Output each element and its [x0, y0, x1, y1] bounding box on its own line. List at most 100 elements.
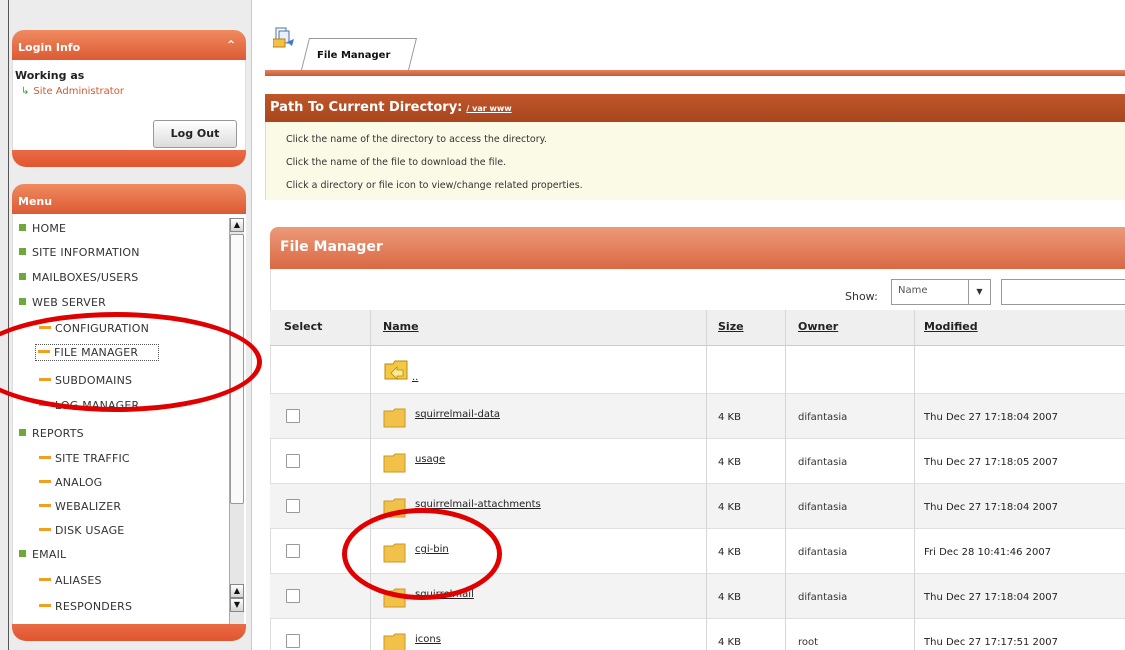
menu-item-configuration[interactable]: CONFIGURATION	[39, 322, 149, 335]
folder-icon[interactable]	[383, 543, 413, 563]
menu-item-log-manager[interactable]: LOG MANAGER	[39, 399, 139, 412]
file-name-link[interactable]: cgi-bin	[415, 544, 449, 555]
parent-directory-link[interactable]: ..	[412, 372, 418, 383]
file-name-link[interactable]: squirrelmail-data	[415, 409, 500, 420]
row-checkbox[interactable]	[286, 499, 300, 513]
sidebar: Login Info ⌃ Working as ↳ Site Administra…	[0, 0, 252, 650]
show-select[interactable]: Name ▼	[891, 279, 991, 305]
bullet-icon	[19, 224, 26, 231]
file-modified: Thu Dec 27 17:18:05 2007	[924, 457, 1058, 468]
window-edge	[8, 0, 9, 650]
instruction-line: Click the name of the file to download t…	[286, 157, 507, 168]
column-divider	[706, 310, 707, 650]
file-size: 4 KB	[718, 547, 741, 558]
file-owner: difantasia	[798, 457, 848, 468]
bullet-icon	[19, 298, 26, 305]
menu-panel-footer	[12, 624, 246, 641]
file-modified: Thu Dec 27 17:18:04 2007	[924, 592, 1058, 603]
folder-icon[interactable]	[383, 453, 413, 473]
menu-item-responders[interactable]: RESPONDERS	[39, 600, 132, 613]
menu-item-subdomains[interactable]: SUBDOMAINS	[39, 374, 132, 387]
filter-input[interactable]	[1001, 279, 1125, 305]
role-label: Site Administrator	[33, 86, 124, 97]
logout-button[interactable]: Log Out	[153, 120, 237, 148]
file-modified: Thu Dec 27 17:18:04 2007	[924, 412, 1058, 423]
dash-icon	[39, 378, 51, 381]
table-row: usage 4 KB difantasia Thu Dec 27 17:18:0…	[270, 439, 1125, 484]
row-checkbox[interactable]	[286, 544, 300, 558]
file-owner: root	[798, 637, 819, 648]
file-owner: difantasia	[798, 592, 848, 603]
column-owner[interactable]: Owner	[798, 320, 838, 333]
column-divider	[785, 310, 786, 650]
row-checkbox[interactable]	[286, 454, 300, 468]
row-checkbox[interactable]	[286, 409, 300, 423]
menu-item-home[interactable]: HOME	[19, 222, 66, 235]
menu-item-disk-usage[interactable]: DISK USAGE	[39, 524, 124, 537]
arrow-right-icon: ↳	[21, 86, 30, 97]
file-name-link[interactable]: squirrelmail	[415, 589, 474, 600]
menu-list: HOME SITE INFORMATION MAILBOXES/USERS WE…	[12, 214, 246, 624]
file-size: 4 KB	[718, 502, 741, 513]
menu-item-mailboxes-users[interactable]: MAILBOXES/USERS	[19, 271, 138, 284]
dash-icon	[39, 528, 51, 531]
file-name-link[interactable]: icons	[415, 634, 441, 645]
bullet-icon	[19, 248, 26, 255]
dash-icon	[38, 350, 50, 353]
file-name-link[interactable]: usage	[415, 454, 445, 465]
working-as-label: Working as	[15, 69, 85, 82]
menu-item-aliases[interactable]: ALIASES	[39, 574, 102, 587]
file-size: 4 KB	[718, 457, 741, 468]
instruction-line: Click a directory or file icon to view/c…	[286, 180, 583, 191]
menu-item-site-traffic[interactable]: SITE TRAFFIC	[39, 452, 130, 465]
show-label: Show:	[845, 290, 878, 303]
current-directory-link[interactable]: / var www	[466, 104, 511, 113]
file-owner: difantasia	[798, 547, 848, 558]
dash-icon	[39, 456, 51, 459]
scroll-up-arrow-icon[interactable]: ▲	[230, 218, 244, 232]
dash-icon	[39, 504, 51, 507]
column-modified[interactable]: Modified	[924, 320, 978, 333]
column-divider	[914, 310, 915, 650]
tab-file-manager-label: File Manager	[317, 50, 391, 61]
row-checkbox[interactable]	[286, 589, 300, 603]
menu-item-site-information[interactable]: SITE INFORMATION	[19, 246, 140, 259]
folder-icon[interactable]	[383, 498, 413, 518]
file-manager-header: File Manager	[270, 227, 1125, 269]
path-title: Path To Current Directory:	[270, 100, 463, 115]
column-name[interactable]: Name	[383, 320, 419, 333]
menu-item-webalizer[interactable]: WEBALIZER	[39, 500, 121, 513]
menu-item-email[interactable]: EMAIL	[19, 548, 66, 561]
file-modified: Thu Dec 27 17:18:04 2007	[924, 502, 1058, 513]
table-row: squirrelmail 4 KB difantasia Thu Dec 27 …	[270, 574, 1125, 619]
file-modified: Thu Dec 27 17:17:51 2007	[924, 637, 1058, 648]
table-row-parent: ..	[270, 346, 1125, 394]
column-size[interactable]: Size	[718, 320, 744, 333]
scroll-up-arrow-icon[interactable]: ▲	[230, 584, 244, 598]
menu-header: Menu	[12, 184, 246, 214]
folder-icon[interactable]	[383, 588, 413, 608]
menu-item-reports[interactable]: REPORTS	[19, 427, 84, 440]
parent-folder-icon[interactable]	[383, 356, 411, 382]
folder-icon[interactable]	[383, 408, 413, 428]
column-select: Select	[284, 320, 323, 333]
menu-item-file-manager[interactable]: FILE MANAGER	[35, 344, 160, 361]
menu-scrollbar[interactable]: ▲ ▲ ▼	[229, 218, 244, 624]
dash-icon	[39, 326, 51, 329]
chevron-down-icon[interactable]: ▼	[968, 280, 990, 304]
menu-item-web-server[interactable]: WEB SERVER	[19, 296, 106, 309]
bullet-icon	[19, 273, 26, 280]
file-name-link[interactable]: squirrelmail-attachments	[415, 499, 541, 510]
path-header: Path To Current Directory: / var www	[265, 94, 1125, 122]
folder-icon[interactable]	[383, 633, 413, 650]
row-checkbox[interactable]	[286, 634, 300, 648]
double-chevron-up-icon[interactable]: ⌃	[226, 38, 236, 52]
menu-item-analog[interactable]: ANALOG	[39, 476, 102, 489]
dash-icon	[39, 578, 51, 581]
scroll-thumb[interactable]	[230, 234, 244, 504]
scroll-down-arrow-icon[interactable]: ▼	[230, 598, 244, 612]
file-modified: Fri Dec 28 10:41:46 2007	[924, 547, 1052, 558]
table-row: cgi-bin 4 KB difantasia Fri Dec 28 10:41…	[270, 529, 1125, 574]
bullet-icon	[19, 550, 26, 557]
role-link[interactable]: ↳ Site Administrator	[21, 86, 124, 97]
